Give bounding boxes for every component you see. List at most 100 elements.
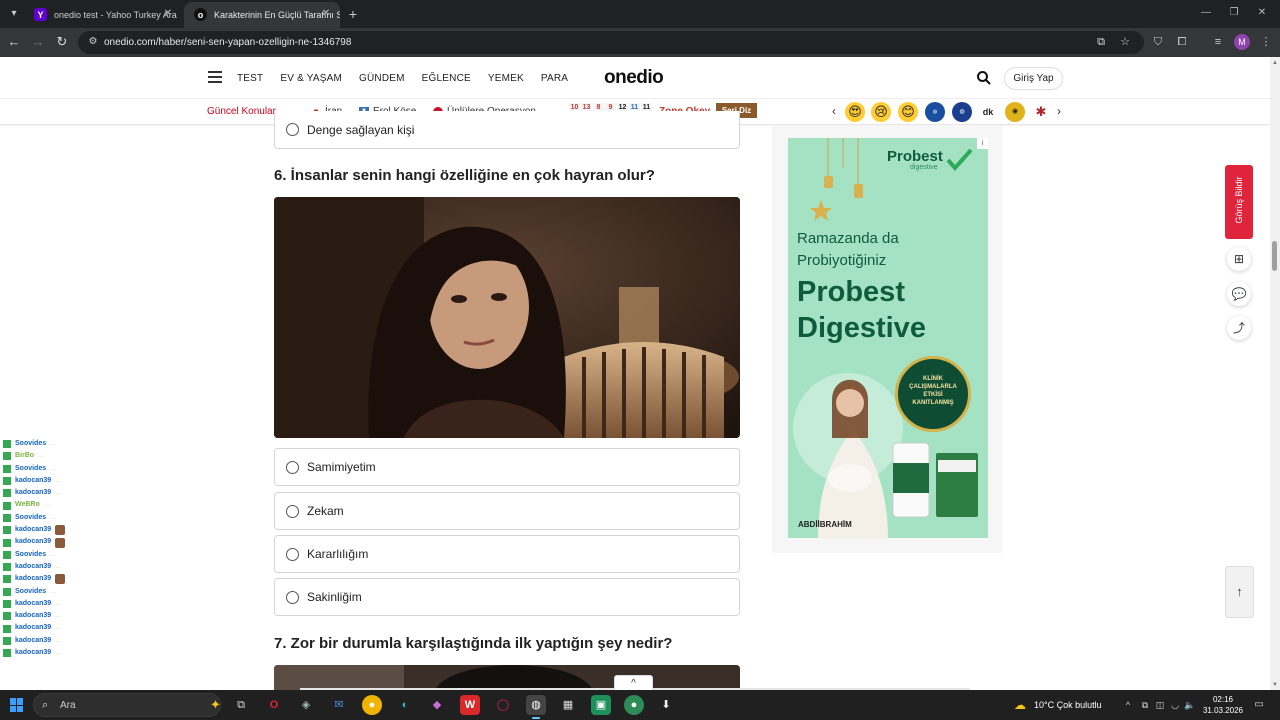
tray-app2-icon[interactable]: ◫ <box>1154 698 1166 712</box>
shield-extension-icon[interactable]: ⛉ <box>1150 34 1166 50</box>
media-queue-icon[interactable]: ≡ <box>1210 34 1226 50</box>
install-app-icon[interactable]: ⧉ <box>1094 35 1108 49</box>
onerilir-brand-icon[interactable]: ◍ <box>952 102 972 122</box>
login-button[interactable]: Giriş Yap <box>1004 67 1063 90</box>
close-window-icon[interactable]: ✕ <box>1254 5 1270 21</box>
radio-button[interactable] <box>286 505 299 518</box>
notification-icon[interactable]: ▭ <box>1252 698 1266 712</box>
nav-link-test[interactable]: TEST <box>237 73 263 84</box>
chevron-left-icon[interactable]: ‹ <box>832 104 836 118</box>
restore-icon[interactable]: ❐ <box>1226 5 1242 21</box>
chrome-green-icon[interactable]: ● <box>624 695 644 715</box>
nav-link-para[interactable]: PARA <box>541 73 568 84</box>
store-icon[interactable]: ⬇ <box>656 695 676 715</box>
quiz-option[interactable]: Kararlılığım <box>274 535 740 573</box>
question-6-title: 6. İnsanlar senin hangi özelliğine en ço… <box>274 167 655 184</box>
feedback-button[interactable]: Görüş Bildir <box>1225 165 1253 239</box>
topics-title: Güncel Konular <box>207 106 276 117</box>
adchoices-icon[interactable]: i <box>977 138 988 149</box>
address-bar[interactable]: ⚙ onedio.com/haber/seni-sen-yapan-ozelli… <box>78 31 1144 54</box>
calculator-icon[interactable]: ▦ <box>558 695 578 715</box>
nav-link-gundem[interactable]: GÜNDEM <box>359 73 405 84</box>
hamburger-menu-icon[interactable] <box>208 71 222 83</box>
wps-icon[interactable]: W <box>460 695 480 715</box>
forward-icon[interactable]: → <box>30 34 46 50</box>
probest-ad[interactable]: Probest digestive Ramazanda da Probiyoti… <box>788 138 988 538</box>
heart-eyes-emoji-icon[interactable]: 😍 <box>845 102 865 122</box>
back-icon[interactable]: ← <box>6 34 22 50</box>
sad-emoji-icon[interactable]: 😢 <box>871 102 891 122</box>
opera-icon[interactable]: O <box>264 695 284 715</box>
close-tab-icon[interactable]: ✕ <box>160 6 176 22</box>
taskbar-search[interactable]: ⌕ Ara ✦ <box>33 693 221 717</box>
bookmark-add-icon[interactable]: ⊞ <box>1227 247 1251 271</box>
radio-button[interactable] <box>286 548 299 561</box>
sparkle-icon: ✦ <box>210 697 221 712</box>
tray-chevron-icon[interactable]: ^ <box>1122 698 1134 712</box>
scroll-up-arrow-icon[interactable]: ▲ <box>1270 58 1280 68</box>
share-icon[interactable]: ⤴ <box>1227 316 1251 340</box>
chrome-icon[interactable]: ● <box>362 695 382 715</box>
bookmark-star-icon[interactable]: ☆ <box>1118 35 1132 49</box>
chat-line: kadocan39... <box>3 610 228 622</box>
philips-brand-icon[interactable]: ◍ <box>925 102 945 122</box>
volume-icon[interactable]: 🔈 <box>1184 698 1196 712</box>
chevron-right-icon[interactable]: › <box>1057 104 1061 118</box>
comments-icon[interactable]: 💬 <box>1227 282 1251 306</box>
chat-badge-icon <box>3 563 11 572</box>
quiz-option[interactable]: Denge sağlayan kişi <box>274 111 740 149</box>
task-view-icon[interactable]: ⧉ <box>231 695 251 715</box>
dk-brand-icon[interactable]: dk <box>978 102 998 122</box>
browser-tab-active[interactable]: o Karakterinin En Güçlü Tarafını S ✕ <box>184 2 340 28</box>
tab-search-icon[interactable]: ▾ <box>6 6 22 22</box>
opera-gx-icon[interactable]: ◯ <box>493 695 513 715</box>
quiz-option[interactable]: Sakinliğim <box>274 578 740 616</box>
badge-brand-icon[interactable]: ◉ <box>1005 102 1025 122</box>
nav-link-eglence[interactable]: EĞLENCE <box>422 73 471 84</box>
app-icon[interactable]: ◈ <box>296 695 316 715</box>
radio-button[interactable] <box>286 461 299 474</box>
site-info-icon[interactable]: ⚙ <box>86 35 100 49</box>
url-text[interactable]: onedio.com/haber/seni-sen-yapan-ozelligi… <box>104 31 351 54</box>
chrome-profile-icon[interactable]: ◍ <box>526 695 546 719</box>
chat-badge-icon <box>3 538 11 547</box>
page-scrollbar[interactable] <box>1270 57 1280 690</box>
browser-tab[interactable]: Y onedio test - Yahoo Turkey Ara ✕ <box>24 2 182 28</box>
site-logo[interactable]: onedio <box>604 67 664 89</box>
cloud-sun-icon: ☁ <box>1014 698 1026 712</box>
scroll-down-arrow-icon[interactable]: ▼ <box>1270 680 1280 690</box>
radio-button[interactable] <box>286 591 299 604</box>
search-icon[interactable] <box>976 70 992 86</box>
chevron-up-icon[interactable]: ^ <box>614 675 653 691</box>
chat-message: ... <box>50 550 56 558</box>
chat-username: kadocan39 <box>15 649 52 657</box>
windows-start-icon[interactable] <box>10 698 24 712</box>
close-tab-icon[interactable]: ✕ <box>318 6 334 22</box>
wifi-icon[interactable]: ◡ <box>1169 698 1181 712</box>
scrollbar-thumb[interactable] <box>1272 241 1277 271</box>
tray-app-icon[interactable]: ⧉ <box>1139 698 1151 712</box>
minimize-icon[interactable]: — <box>1198 5 1214 21</box>
extensions-icon[interactable]: ⧠ <box>1174 34 1190 50</box>
smile-emoji-icon[interactable]: 😊 <box>898 102 918 122</box>
radio-button[interactable] <box>286 123 299 136</box>
snowflake-brand-icon[interactable]: ✱ <box>1031 102 1051 122</box>
app-green-icon[interactable]: ▣ <box>591 695 611 715</box>
nav-link-ev-yasam[interactable]: EV & YAŞAM <box>280 73 342 84</box>
weather-widget[interactable]: ☁ 10°C Çok bulutlu <box>1014 698 1102 712</box>
menu-dots-icon[interactable]: ⋮ <box>1258 34 1274 50</box>
ad-brand: Probest <box>887 148 943 165</box>
scroll-to-top-icon[interactable]: ↑ <box>1225 566 1254 618</box>
edge-icon[interactable]: ◐ <box>395 695 415 715</box>
reload-icon[interactable]: ↻ <box>54 34 70 50</box>
copilot-icon[interactable]: ◆ <box>427 695 447 715</box>
nav-link-yemek[interactable]: YEMEK <box>488 73 524 84</box>
quiz-option[interactable]: Samimiyetim <box>274 448 740 486</box>
ad-product-name: Probest Digestive <box>797 274 926 346</box>
system-clock[interactable]: 02:16 31.03.2026 <box>1201 694 1245 716</box>
chat-line: kadocan39 <box>3 524 228 536</box>
new-tab-icon[interactable]: + <box>344 5 362 23</box>
profile-avatar[interactable]: M <box>1234 34 1250 50</box>
mail-icon[interactable]: ✉ <box>329 695 349 715</box>
quiz-option[interactable]: Zekam <box>274 492 740 530</box>
